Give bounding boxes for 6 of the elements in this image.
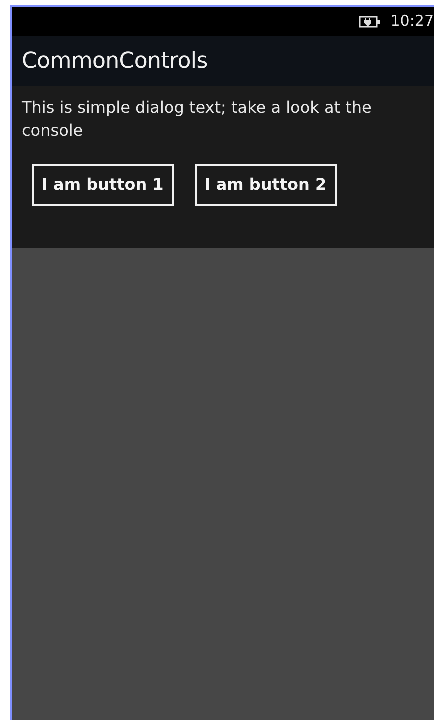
- battery-charging-icon: [358, 16, 381, 28]
- dialog-button[interactable]: I am button 2: [194, 164, 337, 206]
- dialog-button[interactable]: I am button 1: [32, 164, 174, 206]
- dialog-title: CommonControls: [22, 48, 208, 76]
- clock: 10:27: [390, 11, 434, 32]
- dialog-message: This is simple dialog text; take a look at the console: [21, 97, 373, 142]
